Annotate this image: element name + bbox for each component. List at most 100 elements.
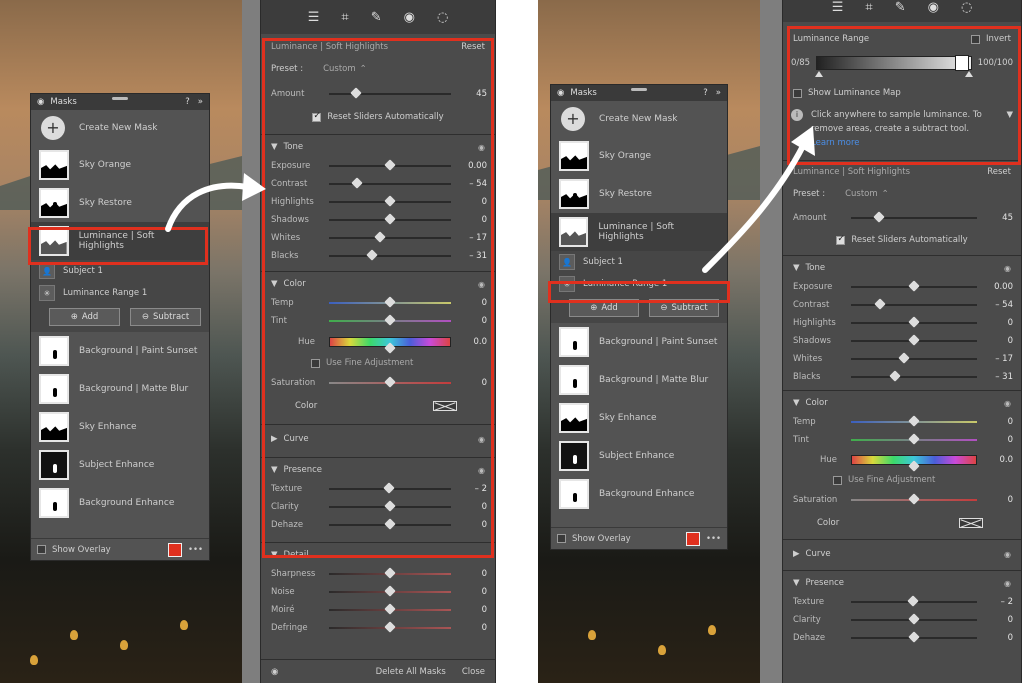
slider-knob[interactable] [907, 595, 919, 607]
slider-value[interactable]: – 17 [987, 354, 1013, 364]
slider-track[interactable] [851, 613, 977, 625]
more-icon[interactable]: ••• [706, 534, 721, 544]
slider-value[interactable]: 0 [987, 318, 1013, 328]
preset-dropdown[interactable]: Custom [845, 189, 878, 199]
contrast-slider[interactable]: Contrast – 54 [261, 175, 495, 193]
eye-icon[interactable]: ◉ [1004, 264, 1011, 273]
temp-track[interactable] [329, 296, 451, 308]
detail-header[interactable]: ▼ Detail [261, 545, 495, 565]
hue-knob[interactable] [384, 342, 396, 354]
help-icon[interactable]: ? [703, 88, 708, 98]
slider-track[interactable] [329, 567, 451, 579]
exposure-slider[interactable]: Exposure 0.00 [783, 278, 1021, 296]
mask-item[interactable]: Background Enhance [31, 484, 209, 522]
shadows-slider[interactable]: Shadows 0 [783, 332, 1021, 350]
slider-track[interactable] [329, 482, 451, 494]
texture-slider[interactable]: Texture – 2 [783, 593, 1021, 611]
eye-icon[interactable]: ◉ [478, 435, 485, 444]
saturation-value[interactable]: 0 [461, 378, 487, 388]
color-header[interactable]: ▼ Color ◉ [783, 393, 1021, 413]
slider-value[interactable]: – 54 [987, 300, 1013, 310]
amount-value[interactable]: 45 [461, 89, 487, 99]
slider-knob[interactable] [384, 213, 396, 225]
slider-knob[interactable] [384, 621, 396, 633]
mask-item[interactable]: Subject Enhance [551, 437, 727, 475]
hue-value[interactable]: 0.0 [461, 337, 487, 347]
saturation-track[interactable] [851, 493, 977, 505]
show-overlay-checkbox[interactable] [37, 545, 46, 554]
slider-track[interactable] [851, 316, 977, 328]
dehaze-slider[interactable]: Dehaze 0 [261, 516, 495, 534]
whites-slider[interactable]: Whites – 17 [783, 350, 1021, 368]
slider-knob[interactable] [351, 177, 363, 189]
curve-header[interactable]: ▶ Curve ◉ [261, 427, 495, 451]
amount-knob[interactable] [873, 211, 885, 223]
slider-value[interactable]: 0 [461, 623, 487, 633]
amount-knob[interactable] [350, 87, 362, 99]
add-button[interactable]: ⊕ Add [569, 299, 639, 317]
saturation-slider[interactable]: Saturation 0 [783, 489, 1021, 511]
slider-knob[interactable] [874, 298, 886, 310]
slider-knob[interactable] [889, 370, 901, 382]
eye-icon[interactable]: ◉ [478, 466, 485, 475]
temp-knob[interactable] [908, 415, 920, 427]
clarity-slider[interactable]: Clarity 0 [783, 611, 1021, 629]
eye-icon[interactable]: ◉ [37, 97, 44, 107]
dehaze-slider[interactable]: Dehaze 0 [783, 629, 1021, 647]
eye-icon[interactable]: ◉ [478, 143, 485, 152]
temp-value[interactable]: 0 [987, 417, 1013, 427]
redeye-icon[interactable]: ◉ [928, 0, 939, 15]
slider-track[interactable] [851, 334, 977, 346]
reset-auto-checkbox[interactable] [312, 111, 322, 122]
sharpness-slider[interactable]: Sharpness 0 [261, 565, 495, 583]
tint-slider[interactable]: Tint 0 [783, 431, 1021, 449]
temp-slider[interactable]: Temp 0 [783, 413, 1021, 431]
slider-track[interactable] [329, 518, 451, 530]
slider-value[interactable]: – 2 [987, 597, 1013, 607]
exposure-slider[interactable]: Exposure 0.00 [261, 157, 495, 175]
slider-track[interactable] [329, 500, 451, 512]
eye-icon[interactable]: ◉ [1004, 579, 1011, 588]
eye-icon[interactable]: ◉ [1004, 399, 1011, 408]
tint-track[interactable] [851, 433, 977, 445]
drag-handle[interactable] [112, 97, 128, 100]
hue-knob[interactable] [908, 460, 920, 472]
lum-range-track[interactable] [815, 55, 973, 77]
add-button[interactable]: ⊕ Add [49, 308, 120, 326]
subtract-button[interactable]: ⊖ Subtract [130, 308, 201, 326]
help-icon[interactable]: ? [185, 97, 190, 107]
blacks-slider[interactable]: Blacks – 31 [261, 247, 495, 265]
moir-slider[interactable]: Moiré 0 [261, 601, 495, 619]
hue-track[interactable] [329, 337, 451, 354]
mask-component[interactable]: ✳ Luminance Range 1 [31, 282, 209, 304]
defringe-slider[interactable]: Defringe 0 [261, 619, 495, 637]
slider-value[interactable]: – 2 [461, 484, 487, 494]
delete-all-masks-button[interactable]: Delete All Masks [376, 667, 446, 677]
mask-item[interactable]: Subject Enhance [31, 446, 209, 484]
mask-icon[interactable]: ◌ [437, 10, 448, 25]
sliders-icon[interactable]: ☰ [832, 0, 844, 15]
blacks-slider[interactable]: Blacks – 31 [783, 368, 1021, 386]
crop-icon[interactable]: ⌗ [865, 0, 872, 15]
color-swatch[interactable] [433, 401, 457, 411]
reset-auto-checkbox[interactable] [836, 234, 846, 245]
redeye-icon[interactable]: ◉ [404, 10, 415, 25]
slider-track[interactable] [851, 280, 977, 292]
slider-value[interactable]: 0 [461, 197, 487, 207]
tint-knob[interactable] [384, 314, 396, 326]
slider-value[interactable]: – 54 [461, 179, 487, 189]
slider-value[interactable]: 0.00 [987, 282, 1013, 292]
tint-slider[interactable]: Tint 0 [261, 312, 495, 330]
mask-component[interactable]: 👤 Subject 1 [31, 260, 209, 282]
heal-icon[interactable]: ✎ [371, 10, 382, 25]
saturation-value[interactable]: 0 [987, 495, 1013, 505]
slider-value[interactable]: 0 [461, 587, 487, 597]
show-map-checkbox[interactable] [793, 88, 802, 98]
tint-knob[interactable] [908, 433, 920, 445]
slider-value[interactable]: – 17 [461, 233, 487, 243]
saturation-slider[interactable]: Saturation 0 [261, 372, 495, 394]
slider-knob[interactable] [898, 352, 910, 364]
reset-button[interactable]: Reset [461, 42, 485, 52]
slider-value[interactable]: 0 [461, 502, 487, 512]
show-overlay-checkbox[interactable] [557, 534, 566, 543]
